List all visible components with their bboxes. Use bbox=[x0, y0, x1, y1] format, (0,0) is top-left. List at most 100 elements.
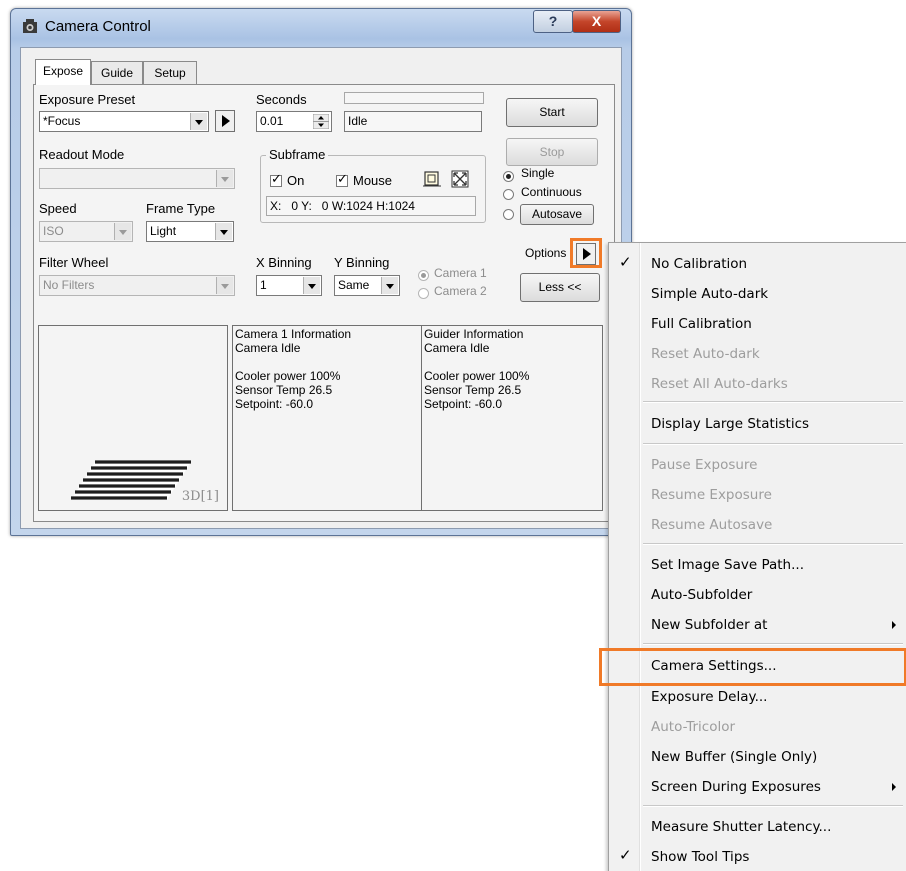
expose-tab-panel: Exposure Preset *Focus Seconds 0.01 Idle… bbox=[33, 84, 615, 522]
speed-label: Speed bbox=[39, 201, 77, 216]
subframe-select-icon[interactable] bbox=[422, 169, 442, 189]
x-binning-label: X Binning bbox=[256, 255, 312, 270]
submenu-arrow-icon bbox=[892, 783, 896, 791]
menu-item-display-large-statistics[interactable]: Display Large Statistics bbox=[651, 412, 809, 436]
tab-guide[interactable]: Guide bbox=[91, 61, 143, 84]
status-value: Idle bbox=[348, 114, 368, 128]
subframe-on-checkbox[interactable] bbox=[270, 172, 282, 187]
chevron-down-icon bbox=[215, 223, 232, 240]
camera1-info-pane: Camera 1 Information Camera Idle Cooler … bbox=[232, 325, 422, 511]
menu-item-simple-auto-dark[interactable]: Simple Auto-dark bbox=[651, 282, 768, 306]
3d-preview-graphic bbox=[71, 460, 191, 500]
filter-wheel-label: Filter Wheel bbox=[39, 255, 109, 270]
frame-type-value: Light bbox=[150, 224, 177, 238]
no-calibration-check-icon: ✓ bbox=[619, 253, 632, 271]
menu-item-camera-settings[interactable]: Camera Settings... bbox=[651, 654, 777, 678]
menu-item-full-calibration[interactable]: Full Calibration bbox=[651, 312, 752, 336]
x-binning-value: 1 bbox=[260, 278, 267, 292]
single-radio[interactable] bbox=[503, 171, 514, 182]
menu-item-pause-exposure[interactable]: Pause Exposure bbox=[651, 453, 758, 477]
subframe-mouse-checkbox[interactable] bbox=[336, 172, 348, 187]
y-binning-select[interactable]: Same bbox=[334, 275, 400, 296]
autosave-radio[interactable] bbox=[503, 209, 514, 220]
window-title: Camera Control bbox=[45, 18, 151, 35]
help-button[interactable]: ? bbox=[533, 10, 573, 33]
camera1-label: Camera 1 bbox=[434, 266, 487, 280]
filter-wheel-select[interactable]: No Filters bbox=[39, 275, 235, 296]
menu-separator bbox=[643, 805, 903, 807]
tab-setup[interactable]: Setup bbox=[143, 61, 197, 84]
close-button[interactable]: X bbox=[572, 10, 621, 33]
chevron-down-icon bbox=[190, 113, 207, 130]
menu-item-screen-during-exposures[interactable]: Screen During Exposures bbox=[651, 775, 821, 799]
menu-item-reset-all-auto-darks[interactable]: Reset All Auto-darks bbox=[651, 372, 788, 396]
options-label: Options bbox=[525, 246, 567, 260]
subframe-mouse-label: Mouse bbox=[353, 173, 393, 188]
menu-item-measure-shutter-latency[interactable]: Measure Shutter Latency... bbox=[651, 815, 831, 839]
menu-separator bbox=[643, 443, 903, 445]
preset-menu-arrow-button[interactable] bbox=[215, 110, 235, 132]
speed-value: ISO bbox=[43, 224, 64, 238]
menu-item-show-tool-tips[interactable]: Show Tool Tips bbox=[651, 845, 749, 869]
menu-item-auto-tricolor[interactable]: Auto-Tricolor bbox=[651, 715, 735, 739]
help-icon: ? bbox=[548, 13, 558, 29]
menu-separator bbox=[643, 643, 903, 645]
camera-control-window: Camera Control ? X Expose Guide Setup Ex… bbox=[10, 8, 632, 536]
exposure-progress-bar bbox=[344, 92, 484, 104]
speed-select[interactable]: ISO bbox=[39, 221, 133, 242]
menu-item-resume-autosave[interactable]: Resume Autosave bbox=[651, 513, 772, 537]
camera2-label: Camera 2 bbox=[434, 284, 487, 298]
camera2-radio[interactable] bbox=[418, 288, 429, 299]
continuous-radio[interactable] bbox=[503, 189, 514, 200]
chevron-down-icon bbox=[216, 277, 233, 294]
menu-item-new-buffer-single-only[interactable]: New Buffer (Single Only) bbox=[651, 745, 817, 769]
frame-type-select[interactable]: Light bbox=[146, 221, 234, 242]
stop-button[interactable]: Stop bbox=[506, 138, 598, 166]
autosave-button[interactable]: Autosave bbox=[520, 204, 594, 225]
status-field: Idle bbox=[344, 111, 482, 132]
menu-separator bbox=[643, 401, 903, 403]
y-binning-value: Same bbox=[338, 278, 370, 292]
x-binning-select[interactable]: 1 bbox=[256, 275, 322, 296]
submenu-arrow-icon bbox=[892, 621, 896, 629]
subframe-coords-value: X: 0 Y: 0 W:1024 H:1024 bbox=[270, 199, 415, 213]
y-binning-label: Y Binning bbox=[334, 255, 390, 270]
seconds-spinner-icon[interactable] bbox=[313, 114, 329, 129]
seconds-value: 0.01 bbox=[260, 114, 284, 128]
exposure-preset-select[interactable]: *Focus bbox=[39, 111, 209, 132]
menu-item-exposure-delay[interactable]: Exposure Delay... bbox=[651, 685, 767, 709]
subframe-coords: X: 0 Y: 0 W:1024 H:1024 bbox=[266, 196, 476, 216]
single-label: Single bbox=[521, 166, 555, 180]
seconds-label: Seconds bbox=[256, 92, 307, 107]
exposure-preset-label: Exposure Preset bbox=[39, 92, 136, 107]
guider-info-pane: Guider Information Camera Idle Cooler po… bbox=[421, 325, 603, 511]
full-frame-icon[interactable] bbox=[450, 169, 470, 189]
menu-item-set-image-save-path[interactable]: Set Image Save Path... bbox=[651, 553, 804, 577]
start-button[interactable]: Start bbox=[506, 98, 598, 127]
exposure-preset-value: *Focus bbox=[43, 114, 81, 128]
filter-wheel-value: No Filters bbox=[43, 278, 95, 292]
tab-expose[interactable]: Expose bbox=[35, 59, 91, 85]
preview-pane[interactable]: 3D[1] bbox=[38, 325, 228, 511]
menu-item-auto-subfolder[interactable]: Auto-Subfolder bbox=[651, 583, 752, 607]
continuous-label: Continuous bbox=[521, 185, 582, 199]
chevron-down-icon bbox=[216, 170, 233, 187]
readout-mode-select[interactable] bbox=[39, 168, 235, 189]
options-arrow-button[interactable] bbox=[576, 243, 596, 265]
subframe-on-label: On bbox=[287, 173, 305, 188]
preview-label: 3D[1] bbox=[181, 489, 219, 504]
menu-item-resume-exposure[interactable]: Resume Exposure bbox=[651, 483, 772, 507]
menu-item-new-subfolder-at[interactable]: New Subfolder at bbox=[651, 613, 767, 637]
close-icon: X bbox=[591, 13, 602, 29]
menu-gutter bbox=[639, 243, 641, 871]
chevron-down-icon bbox=[114, 223, 131, 240]
less-button[interactable]: Less << bbox=[520, 273, 600, 302]
chevron-down-icon bbox=[303, 277, 320, 294]
frame-type-label: Frame Type bbox=[146, 201, 216, 216]
app-icon bbox=[23, 19, 37, 33]
seconds-input[interactable]: 0.01 bbox=[256, 111, 332, 132]
menu-item-reset-auto-dark[interactable]: Reset Auto-dark bbox=[651, 342, 760, 366]
show-tool-tips-check-icon: ✓ bbox=[619, 846, 632, 864]
camera1-radio[interactable] bbox=[418, 270, 429, 281]
menu-item-no-calibration[interactable]: No Calibration bbox=[651, 252, 747, 276]
